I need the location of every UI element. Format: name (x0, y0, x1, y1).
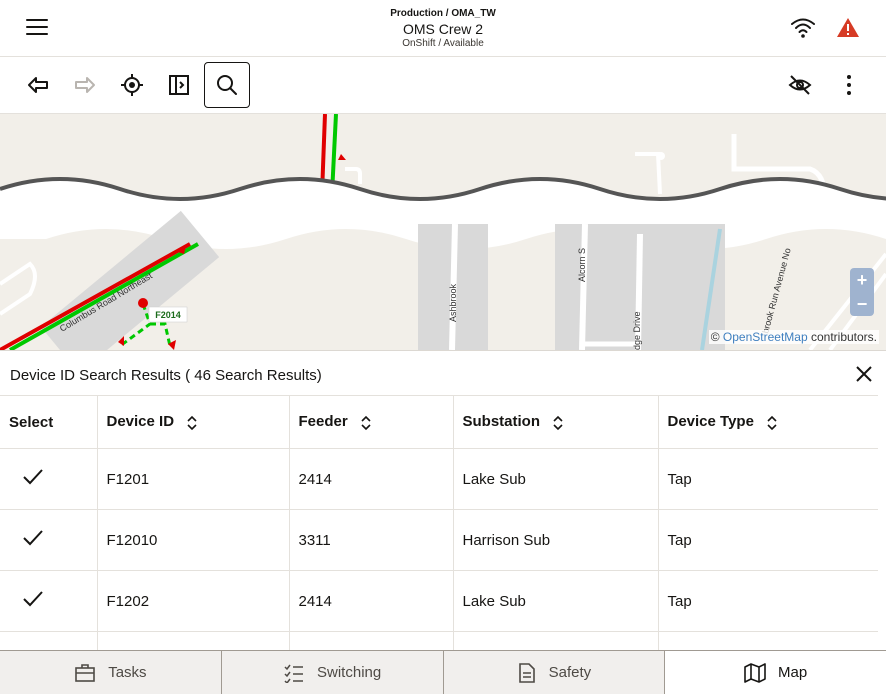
tab-label: Map (778, 664, 808, 681)
street-label: Ashbrook (448, 283, 458, 322)
feeder-cell: 2414 (289, 448, 454, 510)
device-type-cell: Tap (658, 448, 878, 510)
close-icon[interactable] (854, 364, 874, 384)
search-results-panel: Device ID Search Results ( 46 Search Res… (0, 350, 886, 693)
substation-cell: Harrison Sub (453, 509, 659, 571)
device-id-cell: F1201 (97, 448, 290, 510)
header-title-block: Production / OMA_TW OMS Crew 2 OnShift /… (0, 8, 886, 50)
search-icon (217, 75, 237, 95)
substation-cell: Lake Sub (453, 570, 659, 632)
map-attribution: © OpenStreetMap contributors. (708, 330, 879, 344)
sort-icon[interactable] (552, 415, 564, 431)
table-row[interactable]: F1201 2414 Lake Sub Tap (0, 448, 878, 510)
device-type-cell: Tap (658, 509, 878, 571)
checkmark-icon[interactable] (21, 528, 45, 548)
tab-label: Tasks (108, 664, 147, 681)
substation-cell: Lake Sub (453, 448, 659, 510)
column-header-substation[interactable]: Substation (453, 395, 659, 449)
checklist-icon (284, 664, 304, 683)
device-id-cell: F1202 (97, 570, 290, 632)
select-cell[interactable] (0, 570, 98, 632)
column-header-device-type[interactable]: Device Type (658, 395, 878, 449)
warning-icon[interactable] (836, 16, 860, 40)
app-header: Production / OMA_TW OMS Crew 2 OnShift /… (0, 0, 886, 57)
briefcase-icon (75, 663, 96, 682)
street-label: Alcorn S (577, 248, 587, 282)
select-cell[interactable] (0, 448, 98, 510)
device-type-cell: Tap (658, 570, 878, 632)
osm-link[interactable]: OpenStreetMap (723, 330, 808, 344)
attribution-suffix: contributors. (810, 330, 877, 344)
map-canvas[interactable]: Columbus Road Northeast Ashbrook Alcorn … (0, 114, 886, 350)
column-header-select: Select (0, 395, 98, 449)
checkmark-icon[interactable] (21, 467, 45, 487)
eye-off-icon (788, 75, 812, 95)
zoom-in-button[interactable]: + (850, 268, 874, 292)
tab-switching[interactable]: Switching (221, 651, 444, 694)
crew-name: OMS Crew 2 (402, 21, 484, 37)
locate-button[interactable] (109, 62, 155, 108)
crew-status: OnShift / Available (402, 38, 484, 49)
tab-label: Switching (317, 664, 382, 681)
more-icon (847, 75, 851, 95)
sort-icon[interactable] (186, 415, 198, 431)
panel-icon (169, 75, 189, 95)
table-row[interactable]: F1202 2414 Lake Sub Tap (0, 570, 878, 632)
device-marker (138, 298, 148, 308)
street-label: dge Drive (632, 311, 642, 350)
tab-label: Safety (548, 664, 592, 681)
zoom-out-button[interactable]: − (850, 292, 874, 316)
street-label: brook Run Avenue No (760, 247, 792, 334)
forward-icon (75, 77, 95, 93)
tab-tasks[interactable]: Tasks (0, 651, 222, 694)
search-button[interactable] (204, 62, 250, 108)
select-cell[interactable] (0, 509, 98, 571)
device-label[interactable]: F2014 (155, 310, 181, 320)
feeder-cell: 3311 (289, 509, 454, 571)
results-title: Device ID Search Results ( 46 Search Res… (10, 367, 322, 384)
map-toolbar (0, 57, 886, 114)
map-icon (744, 662, 766, 683)
back-icon (28, 77, 48, 93)
environment-label: Production / OMA_TW (390, 8, 496, 19)
column-header-device-id[interactable]: Device ID (97, 395, 290, 449)
visibility-toggle-button[interactable] (777, 62, 823, 108)
locate-icon (121, 74, 143, 96)
more-button[interactable] (826, 62, 872, 108)
results-table: Select Device ID Feeder Substation Devic… (0, 395, 878, 693)
zoom-control: + − (850, 268, 874, 316)
back-button[interactable] (15, 62, 61, 108)
sort-icon[interactable] (766, 415, 778, 431)
table-row[interactable]: F12010 3311 Harrison Sub Tap (0, 509, 878, 571)
attribution-prefix: © (710, 330, 720, 344)
feeder-cell: 2414 (289, 570, 454, 632)
table-header-row: Select Device ID Feeder Substation Devic… (0, 395, 878, 449)
checkmark-icon[interactable] (21, 589, 45, 609)
device-marker (338, 154, 346, 160)
document-icon (518, 662, 535, 683)
forward-button[interactable] (62, 62, 108, 108)
panel-toggle-button[interactable] (156, 62, 202, 108)
sort-icon[interactable] (360, 415, 372, 431)
tab-map[interactable]: Map (665, 651, 886, 694)
device-id-cell: F12010 (97, 509, 290, 571)
column-header-feeder[interactable]: Feeder (289, 395, 454, 449)
map-view[interactable]: Columbus Road Northeast Ashbrook Alcorn … (0, 114, 886, 350)
bottom-tab-bar: Tasks Switching Safety Map (0, 650, 886, 694)
wifi-icon[interactable] (790, 16, 816, 40)
tab-safety[interactable]: Safety (443, 651, 666, 694)
